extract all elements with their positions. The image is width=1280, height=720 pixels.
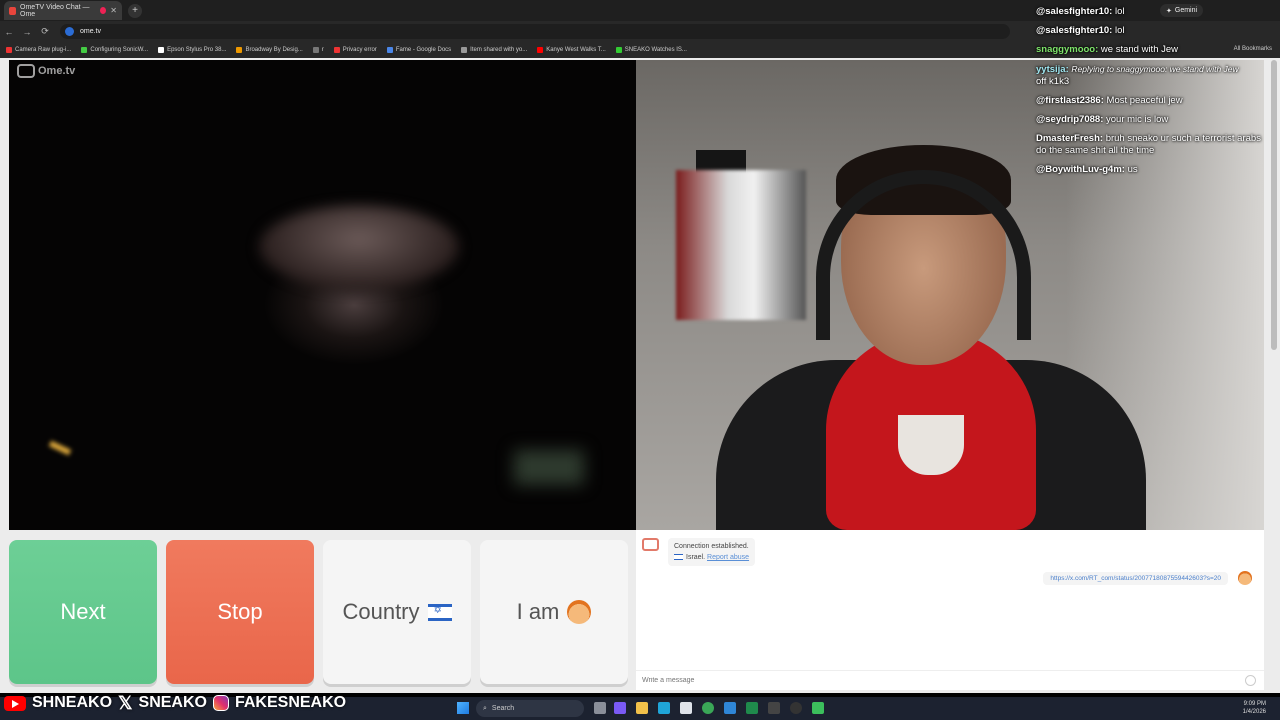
- gender-button[interactable]: I am: [480, 540, 628, 684]
- tab-close-icon[interactable]: ✕: [110, 6, 117, 15]
- tab-ometv[interactable]: OmeTV Video Chat — Ome ✕: [4, 1, 122, 20]
- remote-video: Ome.tv: [9, 60, 636, 530]
- bookmark-icon: [236, 47, 243, 53]
- next-label: Next: [60, 599, 106, 624]
- report-abuse-link[interactable]: Report abuse: [707, 554, 749, 561]
- bookmark-item[interactable]: Item shared with yo...: [461, 47, 527, 53]
- app-icon[interactable]: [768, 702, 780, 714]
- back-button[interactable]: ←: [0, 27, 18, 37]
- ometv-favicon-icon: [9, 6, 17, 15]
- copilot-icon[interactable]: [614, 702, 626, 714]
- country-label: Country: [342, 599, 420, 624]
- chat-line: snaggymooo: we stand with Jew: [1036, 44, 1179, 55]
- edge-icon[interactable]: [658, 702, 670, 714]
- youtube-icon: [4, 695, 26, 711]
- country-button[interactable]: Country: [323, 540, 471, 684]
- camera-icon: [17, 64, 35, 78]
- spotify-icon[interactable]: [812, 702, 824, 714]
- outgoing-message[interactable]: https://x.com/RT_com/status/200771808755…: [1043, 572, 1228, 585]
- instagram-icon: [212, 695, 229, 711]
- x-logo-icon: 𝕏: [118, 692, 133, 713]
- bookmark-item[interactable]: Privacy error: [333, 47, 377, 53]
- social-handles-overlay: SHNEAKO 𝕏 SNEAKO FAKESNEAKO: [4, 692, 346, 714]
- windows-start-icon[interactable]: [457, 702, 469, 714]
- bookmark-item[interactable]: Kanye West Walks T...: [537, 47, 606, 53]
- chat-line: @BoywithLuv-g4m: us: [1036, 164, 1138, 175]
- bookmark-item[interactable]: r: [312, 47, 324, 53]
- bookmark-icon: [81, 47, 88, 53]
- search-icon: ⌕: [483, 704, 487, 712]
- stop-button[interactable]: Stop: [166, 540, 314, 684]
- url-bar[interactable]: ome.tv: [60, 24, 1010, 39]
- stop-label: Stop: [217, 599, 263, 624]
- obs-icon[interactable]: [790, 702, 802, 714]
- excel-icon[interactable]: [746, 702, 758, 714]
- youtube-icon: [537, 47, 544, 53]
- file-explorer-icon[interactable]: [636, 702, 648, 714]
- youtube-handle: SHNEAKO: [32, 694, 113, 711]
- bookmark-icon: [158, 47, 165, 53]
- reload-button[interactable]: ⟳: [36, 26, 54, 37]
- chat-line: @seydrip7088: your mic is low: [1036, 114, 1169, 125]
- system-message: Connection established. Israel. Report a…: [668, 538, 756, 566]
- clock-time: 9:09 PM: [1243, 701, 1266, 707]
- stream-chat-overlay: @salesfighter10: lol @salesfighter10: lo…: [1036, 6, 1272, 181]
- background-glow: [514, 450, 584, 485]
- clock-date: 1/4/2026: [1242, 709, 1266, 715]
- user-avatar-icon: [1238, 571, 1252, 585]
- chat-line: @salesfighter10: lol: [1036, 25, 1125, 36]
- chat-line: DmasterFresh: bruh sneako ur such a terr…: [1036, 133, 1261, 156]
- tab-title: OmeTV Video Chat — Ome: [20, 3, 90, 18]
- bookmark-item[interactable]: Configuring SonicW...: [81, 47, 148, 53]
- message-input-row: [636, 670, 1264, 690]
- emoji-icon[interactable]: [1245, 675, 1256, 686]
- taskbar-clock[interactable]: 9:09 PM 1/4/2026: [1243, 700, 1266, 716]
- bookmark-item[interactable]: Camera Raw plug-i...: [6, 47, 71, 53]
- ometv-logo: Ome.tv: [17, 64, 75, 78]
- task-view-icon[interactable]: [594, 702, 606, 714]
- chrome-icon[interactable]: [702, 702, 714, 714]
- person-shirt: [898, 415, 964, 475]
- boy-emoji-icon: [567, 600, 592, 624]
- israel-flag-icon: [427, 603, 452, 621]
- bookmark-icon: [312, 47, 319, 53]
- stranger-face: [259, 205, 459, 290]
- bookmark-item[interactable]: Broadway By Desig...: [236, 47, 303, 53]
- bookmark-icon: [615, 47, 622, 53]
- forward-button[interactable]: →: [18, 27, 36, 37]
- light-glint: [48, 440, 72, 456]
- x-handle: SNEAKO: [138, 694, 207, 711]
- chat-line: @firstlast2386: Most peaceful jew: [1036, 95, 1183, 106]
- chat-line: yytsija: Replying to snaggymooo: we stan…: [1036, 64, 1239, 87]
- bookmark-item[interactable]: SNEAKO Watches IS...: [615, 47, 687, 53]
- url-text: ome.tv: [80, 28, 102, 35]
- ometv-system-icon: [642, 538, 659, 551]
- chat-panel: Connection established. Israel. Report a…: [636, 530, 1264, 690]
- clothes-rack: [676, 170, 806, 320]
- store-icon[interactable]: [680, 702, 692, 714]
- next-button[interactable]: Next: [9, 540, 157, 684]
- drive-icon: [461, 47, 468, 53]
- instagram-handle: FAKESNEAKO: [234, 694, 347, 711]
- new-tab-button[interactable]: +: [128, 3, 142, 18]
- iam-label: I am: [516, 599, 560, 624]
- bookmark-item[interactable]: Fame - Google Docs: [386, 47, 451, 53]
- google-docs-icon: [386, 47, 393, 53]
- bookmark-item[interactable]: Epson Stylus Pro 38...: [158, 47, 226, 53]
- message-input[interactable]: [642, 677, 1222, 684]
- logo-text: Ome.tv: [38, 65, 76, 77]
- israel-flag-icon: [674, 554, 683, 561]
- taskbar-search[interactable]: ⌕ Search: [476, 700, 584, 717]
- bookmark-icon: [6, 47, 12, 53]
- recording-icon: [100, 7, 107, 14]
- site-info-icon[interactable]: [65, 27, 74, 36]
- photoshop-icon[interactable]: [724, 702, 736, 714]
- chat-line: @salesfighter10: lol: [1036, 6, 1125, 17]
- search-placeholder: Search: [491, 705, 515, 712]
- connection-text: Connection established.: [674, 543, 749, 550]
- warning-icon: [333, 47, 340, 53]
- country-text: Israel.: [686, 554, 706, 561]
